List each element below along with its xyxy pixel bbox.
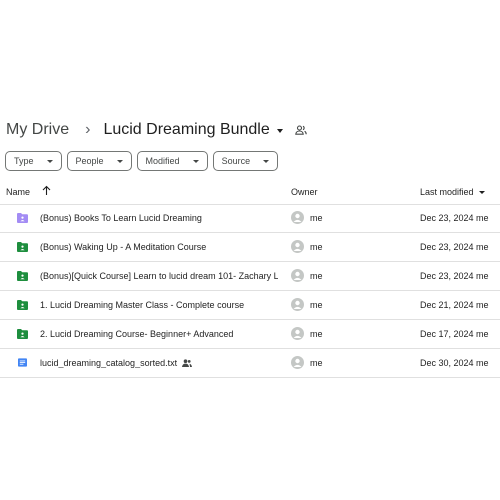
file-modified: Dec 30, 2024 me xyxy=(420,358,489,368)
filter-type-label: Type xyxy=(14,156,34,166)
avatar xyxy=(291,298,304,311)
avatar xyxy=(291,240,304,253)
file-owner: me xyxy=(310,242,323,252)
chevron-down-icon xyxy=(46,159,53,163)
file-name[interactable]: (Bonus) Waking Up - A Meditation Course xyxy=(40,242,206,252)
caret-down-icon[interactable] xyxy=(276,129,283,133)
filter-type[interactable]: Type xyxy=(5,151,62,171)
filter-modified-label: Modified xyxy=(145,156,180,166)
file-owner: me xyxy=(310,213,323,223)
filter-chips: Type People Modified Source xyxy=(5,151,279,171)
blue-document-icon xyxy=(18,358,27,367)
breadcrumb-my-drive[interactable]: My Drive xyxy=(6,121,69,139)
shared-users-icon xyxy=(182,359,193,367)
table-row[interactable]: (Bonus) Waking Up - A Meditation Course … xyxy=(0,233,500,262)
green-shared-folder-icon xyxy=(17,300,28,310)
column-name[interactable]: Name xyxy=(6,187,30,197)
table-row[interactable]: 2. Lucid Dreaming Course- Beginner+ Adva… xyxy=(0,320,500,349)
filter-people[interactable]: People xyxy=(66,151,132,171)
caret-down-icon xyxy=(478,191,485,194)
file-list: (Bonus) Books To Learn Lucid Dreaming me… xyxy=(0,204,500,378)
file-name[interactable]: (Bonus) Books To Learn Lucid Dreaming xyxy=(40,213,202,223)
arrow-up-icon[interactable] xyxy=(42,185,51,196)
filter-modified[interactable]: Modified xyxy=(136,151,208,171)
file-name-wrapper[interactable]: lucid_dreaming_catalog_sorted.txt xyxy=(40,358,193,368)
file-modified: Dec 23, 2024 me xyxy=(420,213,489,223)
breadcrumb-current-folder[interactable]: Lucid Dreaming Bundle xyxy=(103,121,269,139)
shared-users-icon xyxy=(294,125,307,135)
file-modified: Dec 23, 2024 me xyxy=(420,271,489,281)
file-modified: Dec 21, 2024 me xyxy=(420,300,489,310)
file-list-header: Name Owner Last modified xyxy=(0,182,500,205)
file-name[interactable]: 1. Lucid Dreaming Master Class - Complet… xyxy=(40,300,244,310)
table-row[interactable]: (Bonus) Books To Learn Lucid Dreaming me… xyxy=(0,204,500,233)
filter-source[interactable]: Source xyxy=(212,151,279,171)
chevron-down-icon xyxy=(192,159,199,163)
file-owner: me xyxy=(310,300,323,310)
column-owner[interactable]: Owner xyxy=(291,187,318,197)
filter-people-label: People xyxy=(75,156,104,166)
file-name[interactable]: (Bonus)[Quick Course] Learn to lucid dre… xyxy=(40,271,278,281)
table-row[interactable]: 1. Lucid Dreaming Master Class - Complet… xyxy=(0,291,500,320)
green-shared-folder-icon xyxy=(17,271,28,281)
file-owner: me xyxy=(310,271,323,281)
avatar xyxy=(291,327,304,340)
column-last-modified[interactable]: Last modified xyxy=(420,187,485,197)
table-row[interactable]: lucid_dreaming_catalog_sorted.txt me Dec… xyxy=(0,349,500,378)
table-row[interactable]: (Bonus)[Quick Course] Learn to lucid dre… xyxy=(0,262,500,291)
filter-source-label: Source xyxy=(221,156,251,166)
column-last-modified-label: Last modified xyxy=(420,187,474,197)
file-modified: Dec 23, 2024 me xyxy=(420,242,489,252)
breadcrumb: My Drive › Lucid Dreaming Bundle xyxy=(6,119,307,141)
purple-shared-folder-icon xyxy=(17,213,28,223)
chevron-down-icon xyxy=(263,159,270,163)
chevron-down-icon xyxy=(116,159,123,163)
avatar xyxy=(291,211,304,224)
avatar xyxy=(291,269,304,282)
file-name[interactable]: 2. Lucid Dreaming Course- Beginner+ Adva… xyxy=(40,329,233,339)
file-name: lucid_dreaming_catalog_sorted.txt xyxy=(40,358,178,368)
green-shared-folder-icon xyxy=(17,242,28,252)
file-owner: me xyxy=(310,358,323,368)
file-modified: Dec 17, 2024 me xyxy=(420,329,489,339)
green-shared-folder-icon xyxy=(17,329,28,339)
breadcrumb-separator: › xyxy=(85,121,91,138)
avatar xyxy=(291,356,304,369)
file-owner: me xyxy=(310,329,323,339)
